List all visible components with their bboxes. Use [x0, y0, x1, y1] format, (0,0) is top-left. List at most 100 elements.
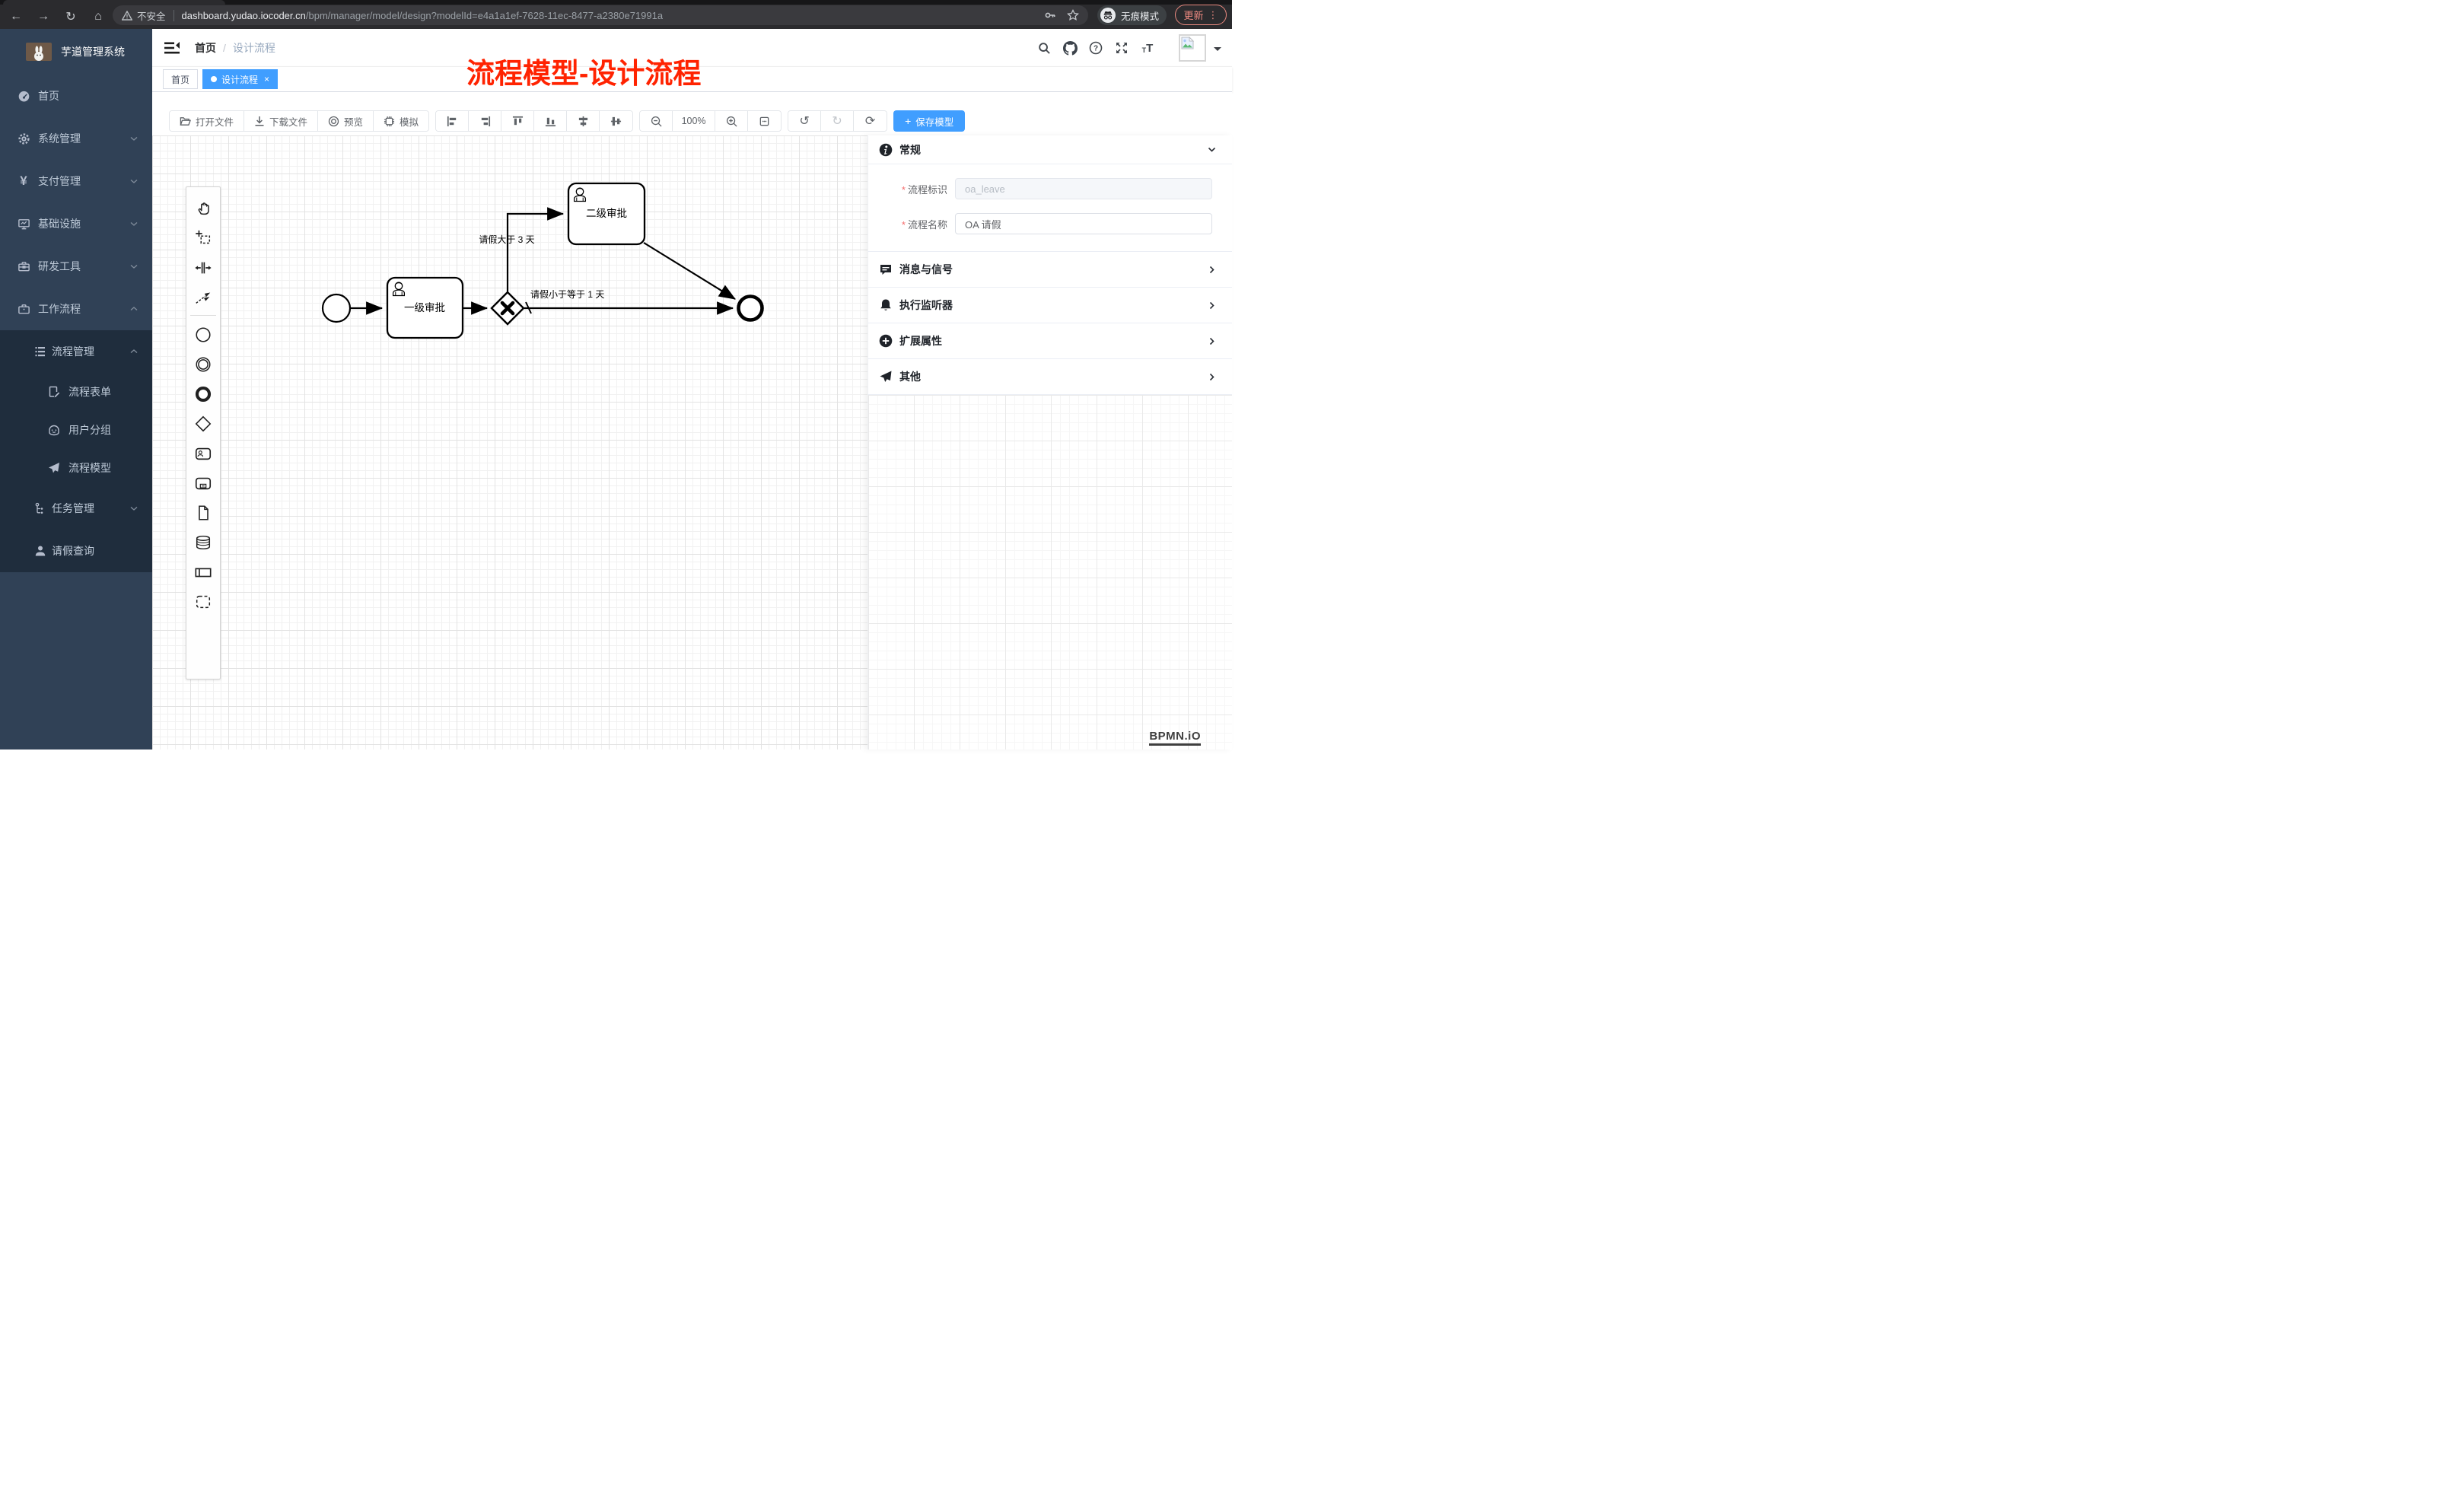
- zoom-out-button[interactable]: [640, 111, 673, 131]
- section-extended-attributes[interactable]: 扩展属性: [868, 323, 1232, 359]
- required-asterisk: *: [902, 184, 906, 196]
- update-label: 更新: [1183, 8, 1203, 22]
- flow-task2-to-end[interactable]: [644, 243, 735, 299]
- update-button[interactable]: 更新 ⋮: [1175, 5, 1227, 25]
- avatar-dropdown-caret[interactable]: [1214, 47, 1221, 55]
- align-left-button[interactable]: [436, 111, 469, 131]
- reload-button[interactable]: ↻: [61, 7, 81, 27]
- sidebar-item-home[interactable]: 首页: [0, 75, 152, 117]
- message-icon: [879, 263, 893, 276]
- close-icon[interactable]: ×: [264, 74, 269, 84]
- bpmn-diagram: 请假大于 3 天 请假小于等于 1 天 一级审批 二级审批: [152, 135, 867, 750]
- create-gateway[interactable]: [192, 409, 215, 438]
- flow-gateway-to-task2[interactable]: [508, 214, 563, 291]
- tab-home[interactable]: 首页: [163, 69, 198, 89]
- github-icon[interactable]: [1062, 40, 1078, 56]
- save-model-button[interactable]: + 保存模型: [893, 110, 965, 132]
- section-other[interactable]: 其他: [868, 359, 1232, 395]
- global-connect-tool[interactable]: [192, 282, 215, 312]
- create-data-store[interactable]: [192, 527, 215, 557]
- align-middle-button[interactable]: [600, 111, 632, 131]
- space-tool[interactable]: [192, 253, 215, 282]
- bpmn-io-watermark[interactable]: BPMN.iO: [1149, 730, 1201, 746]
- section-general[interactable]: 常规: [868, 135, 1232, 164]
- flow-label-le1[interactable]: 请假小于等于 1 天: [530, 289, 604, 300]
- sidebar-item-label: 流程表单: [68, 384, 111, 399]
- process-name-input[interactable]: [955, 213, 1212, 234]
- app-logo[interactable]: 芋道管理系统: [0, 29, 152, 75]
- sidebar-item-task-management[interactable]: 任务管理: [0, 487, 152, 530]
- document-edit-icon: [47, 385, 61, 399]
- breadcrumb-separator: /: [223, 42, 226, 54]
- section-message-signal[interactable]: 消息与信号: [868, 252, 1232, 288]
- create-end-event[interactable]: [192, 379, 215, 409]
- sidebar-item-devtools[interactable]: 研发工具: [0, 245, 152, 288]
- create-start-event[interactable]: [192, 320, 215, 349]
- browser-menu-icon[interactable]: ⋮: [1208, 9, 1218, 21]
- address-bar[interactable]: 不安全 dashboard.yudao.iocoder.cn/bpm/manag…: [113, 5, 1088, 25]
- simulate-button[interactable]: 模拟: [374, 111, 428, 131]
- field-label: *流程名称: [868, 217, 947, 231]
- forward-button[interactable]: →: [33, 7, 53, 27]
- sidebar-item-process-management[interactable]: 流程管理: [0, 330, 152, 373]
- breadcrumb-home[interactable]: 首页: [195, 40, 216, 56]
- sidebar-item-workflow[interactable]: 工作流程: [0, 288, 152, 330]
- sidebar-item-label: 用户分组: [68, 422, 111, 438]
- section-execution-listener[interactable]: 执行监听器: [868, 288, 1232, 323]
- chevron-right-icon: [1207, 265, 1217, 275]
- end-event[interactable]: [739, 297, 762, 320]
- home-button[interactable]: ⌂: [88, 7, 108, 27]
- start-event[interactable]: [323, 294, 350, 322]
- align-right-button[interactable]: [469, 111, 501, 131]
- zoom-in-button[interactable]: [715, 111, 748, 131]
- align-top-button[interactable]: [501, 111, 534, 131]
- avatar[interactable]: [1179, 34, 1206, 62]
- back-button[interactable]: ←: [6, 7, 26, 27]
- fit-viewport-button[interactable]: [748, 111, 781, 131]
- sidebar-item-user-group[interactable]: 用户分组: [0, 411, 152, 449]
- sidebar-item-system[interactable]: 系统管理: [0, 117, 152, 160]
- sidebar-toggle[interactable]: [163, 39, 181, 57]
- create-subprocess[interactable]: [192, 468, 215, 498]
- create-participant[interactable]: [192, 557, 215, 587]
- create-user-task[interactable]: [192, 438, 215, 468]
- help-icon[interactable]: ?: [1087, 40, 1104, 56]
- security-label[interactable]: 不安全: [137, 8, 166, 23]
- lasso-tool[interactable]: [192, 223, 215, 253]
- list-tree-icon: [33, 345, 47, 358]
- browser-tabstrip: [0, 0, 1232, 5]
- incognito-label: 无痕模式: [1121, 8, 1159, 23]
- tab-design-process[interactable]: 设计流程 ×: [202, 69, 278, 89]
- font-size-icon[interactable]: TT: [1139, 40, 1156, 56]
- bpmn-palette: [186, 186, 221, 679]
- reset-button[interactable]: ⟳: [854, 111, 887, 131]
- exclusive-gateway[interactable]: [492, 292, 524, 324]
- create-group[interactable]: [192, 587, 215, 616]
- user-task-level1[interactable]: 一级审批: [387, 278, 463, 338]
- flow-label-gt3[interactable]: 请假大于 3 天: [479, 234, 534, 245]
- sidebar-item-process-form[interactable]: 流程表单: [0, 373, 152, 411]
- open-file-button[interactable]: 打开文件: [170, 111, 244, 131]
- bookmark-star-icon[interactable]: [1067, 9, 1079, 21]
- chevron-right-icon: [1207, 336, 1217, 346]
- create-data-object[interactable]: [192, 498, 215, 527]
- fullscreen-icon[interactable]: [1113, 40, 1130, 56]
- sidebar-item-leave-query[interactable]: 请假查询: [0, 530, 152, 572]
- password-key-icon[interactable]: [1044, 9, 1056, 21]
- hand-tool[interactable]: [192, 193, 215, 223]
- user-task-level2[interactable]: 二级审批: [568, 183, 645, 244]
- sidebar-item-payment[interactable]: ¥ 支付管理: [0, 160, 152, 202]
- palette-separator: [190, 315, 216, 316]
- sidebar-item-infrastructure[interactable]: 基础设施: [0, 202, 152, 245]
- create-intermediate-event[interactable]: [192, 349, 215, 379]
- align-bottom-button[interactable]: [534, 111, 567, 131]
- undo-button[interactable]: ↺: [788, 111, 821, 131]
- align-center-button[interactable]: [567, 111, 600, 131]
- chevron-down-icon: [129, 219, 138, 228]
- preview-button[interactable]: 预览: [318, 111, 374, 131]
- search-icon[interactable]: [1036, 40, 1052, 56]
- sidebar-item-process-model[interactable]: 流程模型: [0, 449, 152, 487]
- redo-button[interactable]: ↻: [821, 111, 854, 131]
- download-file-button[interactable]: 下载文件: [244, 111, 318, 131]
- section-label: 消息与信号: [899, 262, 953, 277]
